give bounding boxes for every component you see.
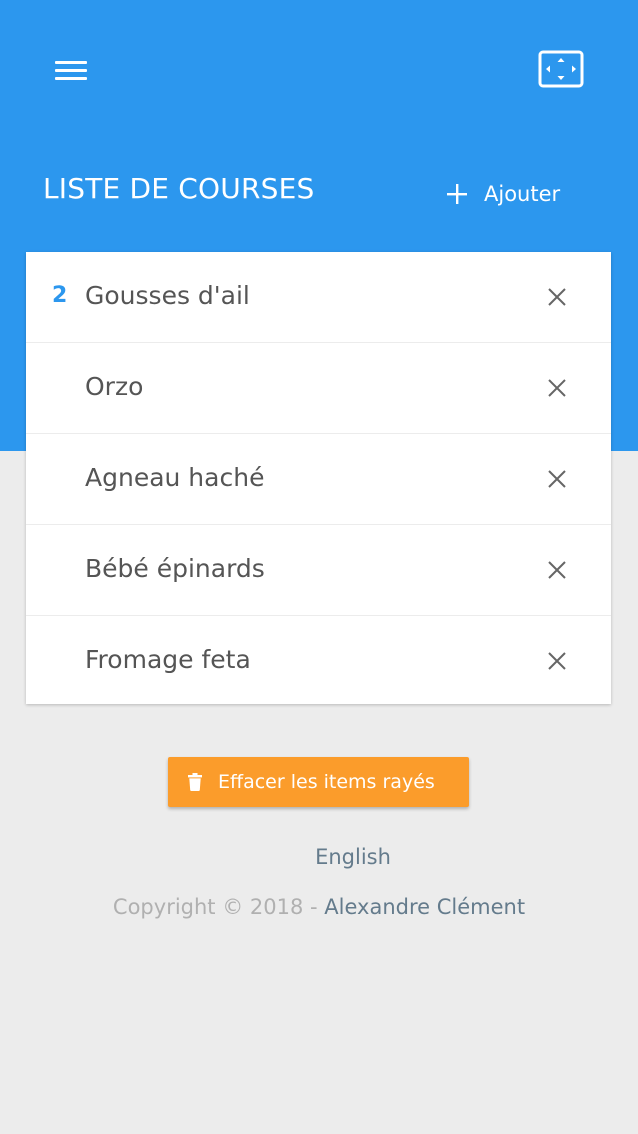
item-name: Orzo bbox=[85, 372, 144, 401]
close-icon[interactable] bbox=[545, 285, 569, 309]
item-name: Agneau haché bbox=[85, 463, 265, 492]
hamburger-menu-icon[interactable] bbox=[51, 55, 93, 87]
close-icon[interactable] bbox=[545, 467, 569, 491]
list-item[interactable]: 2 Gousses d'ail bbox=[26, 252, 611, 343]
list-item[interactable]: Agneau haché bbox=[26, 434, 611, 525]
add-item-button[interactable]: Ajouter bbox=[444, 176, 560, 212]
close-icon[interactable] bbox=[545, 649, 569, 673]
add-item-label: Ajouter bbox=[484, 182, 561, 206]
list-item[interactable]: Bébé épinards bbox=[26, 525, 611, 616]
list-item[interactable]: Orzo bbox=[26, 343, 611, 434]
close-icon[interactable] bbox=[545, 558, 569, 582]
close-icon[interactable] bbox=[545, 376, 569, 400]
item-name: Gousses d'ail bbox=[85, 281, 250, 310]
item-name: Fromage feta bbox=[85, 645, 251, 674]
clear-crossed-items-button[interactable]: Effacer les items rayés bbox=[168, 757, 469, 807]
item-quantity: 2 bbox=[52, 283, 68, 308]
list-item[interactable]: Fromage feta bbox=[26, 616, 611, 706]
trash-icon bbox=[188, 773, 202, 791]
footer-copyright: Copyright © 2018 - Alexandre Clément bbox=[0, 895, 638, 919]
clear-crossed-items-label: Effacer les items rayés bbox=[218, 771, 435, 793]
author-link[interactable]: Alexandre Clément bbox=[324, 895, 525, 919]
copyright-text: Copyright © 2018 - bbox=[112, 895, 318, 919]
list-title: LISTE DE COURSES bbox=[43, 172, 315, 205]
item-name: Bébé épinards bbox=[85, 554, 265, 583]
shopping-list-card: 2 Gousses d'ail Orzo Agneau haché Bébé é… bbox=[26, 252, 611, 704]
language-link[interactable]: English bbox=[0, 845, 638, 869]
plus-icon bbox=[447, 184, 467, 204]
fullscreen-icon[interactable] bbox=[537, 49, 585, 89]
